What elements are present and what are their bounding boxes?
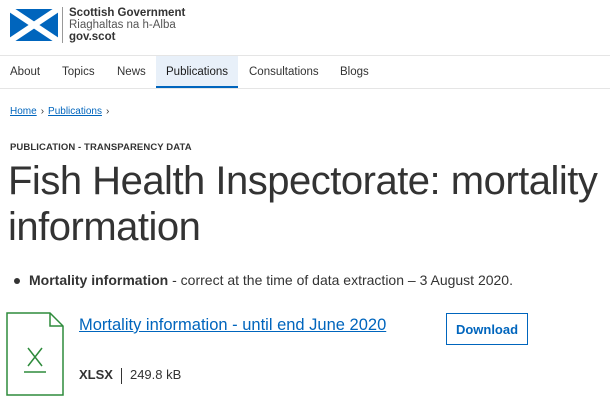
spreadsheet-file-icon[interactable] <box>6 312 64 396</box>
list-item-bold: Mortality information <box>29 272 169 288</box>
brand-name: Scottish Government <box>69 7 186 19</box>
list-item-text: Mortality information - correct at the t… <box>29 272 513 288</box>
list-item-detail: - correct at the time of data extraction… <box>168 272 513 288</box>
nav-item-blogs[interactable]: Blogs <box>340 56 369 88</box>
breadcrumb-home[interactable]: Home <box>10 106 37 117</box>
breadcrumb-separator: › <box>105 106 110 117</box>
document-link[interactable]: Mortality information - until end June 2… <box>79 314 409 337</box>
nav-item-about[interactable]: About <box>10 56 40 88</box>
breadcrumb-separator: › <box>40 106 45 117</box>
bullet-icon <box>14 278 20 284</box>
document-meta: XLSX 249.8 kB <box>79 367 181 384</box>
breadcrumb: Home › Publications › <box>10 106 113 117</box>
file-format: XLSX <box>79 367 113 382</box>
download-button[interactable]: Download <box>446 313 528 345</box>
main-navigation: About Topics News Publications Consultat… <box>0 56 610 89</box>
saltire-flag-icon[interactable] <box>8 6 60 44</box>
nav-item-news[interactable]: News <box>117 56 146 88</box>
nav-item-consultations[interactable]: Consultations <box>249 56 319 88</box>
nav-item-publications[interactable]: Publications <box>156 56 238 88</box>
meta-divider <box>120 367 122 384</box>
file-size: 249.8 kB <box>129 367 182 382</box>
site-logo-text[interactable]: Scottish Government Riaghaltas na h-Alba… <box>62 7 185 43</box>
site-header: Scottish Government Riaghaltas na h-Alba… <box>0 0 610 56</box>
publication-type-label: PUBLICATION - TRANSPARENCY DATA <box>10 142 192 153</box>
breadcrumb-publications[interactable]: Publications <box>48 106 102 117</box>
page-title: Fish Health Inspectorate: mortality info… <box>8 159 598 249</box>
brand-domain: gov.scot <box>69 31 116 43</box>
brand-name-gaelic: Riaghaltas na h-Alba <box>69 19 176 31</box>
nav-item-topics[interactable]: Topics <box>62 56 95 88</box>
